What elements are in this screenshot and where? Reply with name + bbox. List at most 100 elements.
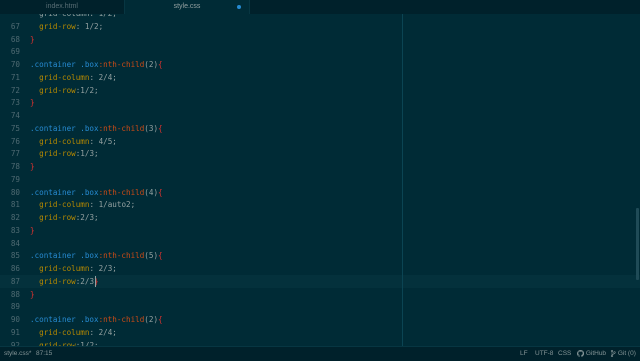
code-token: : 4/5; — [89, 136, 117, 146]
code-token: grid-row — [39, 149, 76, 159]
code-text: } — [30, 160, 35, 173]
code-token: .container .box — [30, 315, 99, 324]
code-token: .container .box — [30, 251, 99, 261]
code-text: } — [30, 224, 35, 237]
code-token: :nth-child — [98, 60, 145, 69]
status-file-name[interactable]: style.css* — [4, 347, 31, 361]
code-token: :nth-child — [98, 251, 145, 261]
line-number: 70 — [10, 60, 20, 69]
code-text: grid-row:1/2; — [30, 339, 98, 347]
code-token: } — [30, 225, 35, 235]
line-number: 88 — [10, 289, 20, 299]
line-number: 73 — [10, 98, 20, 108]
code-text: .container .box:nth-child(3){ — [30, 122, 163, 135]
code-editor[interactable]: grid-column: 1/2; 67 grid-row: 1/2; 68} 69 7… — [0, 0, 640, 346]
line-number: 84 — [10, 238, 20, 248]
code-token: :nth-child — [98, 315, 145, 324]
line-number: 83 — [10, 225, 20, 235]
code-token: : 2/4; — [89, 327, 117, 337]
code-token: :1/3; — [75, 149, 99, 159]
code-text: grid-row:2/3} — [30, 275, 98, 288]
git-label: Git (0) — [617, 350, 636, 357]
code-text: grid-column: 2/4; — [30, 326, 117, 339]
code-token: (5) — [144, 251, 159, 261]
status-git[interactable]: Git (0) — [610, 347, 636, 361]
tab-label: style.css — [173, 3, 201, 10]
code-token: (2) — [144, 315, 159, 324]
code-token: .container .box — [30, 123, 99, 133]
line-number: 80 — [10, 187, 20, 197]
line-number: 89 — [10, 302, 20, 312]
line-number: 92 — [10, 340, 20, 347]
code-text: grid-column: 4/5; — [30, 135, 117, 148]
modified-dot-icon[interactable] — [237, 5, 241, 9]
code-token: { — [158, 123, 163, 133]
code-token: { — [158, 187, 163, 197]
tab-style-css[interactable]: style.css — [125, 0, 250, 14]
code-token: : 2/3; — [89, 264, 117, 273]
code-token: { — [158, 60, 163, 69]
code-text: } — [30, 288, 35, 301]
tab-label: index.html — [46, 3, 78, 10]
code-token: grid-column — [39, 72, 90, 82]
line-number: 69 — [10, 47, 20, 57]
code-token: grid-column — [39, 200, 90, 210]
git-branch-icon — [610, 349, 616, 357]
status-cursor-position[interactable]: 87:15 — [36, 347, 52, 361]
code-text: grid-row:2/3; — [30, 211, 99, 224]
tab-index-html[interactable]: index.html — [0, 0, 125, 14]
text-caret — [95, 275, 96, 287]
line-number: 79 — [10, 174, 20, 184]
code-text: .container .box:nth-child(4){ — [30, 186, 163, 199]
code-token: : 1/auto2; — [89, 200, 136, 210]
status-bar: style.css* 87:15 LF UTF-8 CSS GitHub Git… — [0, 346, 640, 361]
code-text: .container .box:nth-child(2){ — [30, 313, 163, 326]
code-token: } — [30, 98, 35, 108]
status-line-ending[interactable]: LF — [520, 347, 528, 361]
code-token: grid-column — [39, 136, 90, 146]
code-token: grid-row — [39, 213, 76, 222]
code-token: } — [30, 34, 35, 44]
status-grammar[interactable]: CSS — [558, 347, 571, 361]
code-text: grid-column: 2/3; — [30, 262, 117, 275]
code-token: { — [158, 251, 163, 261]
line-number: 87 — [10, 276, 20, 286]
code-token: :nth-child — [98, 123, 145, 133]
line-number: 85 — [10, 251, 20, 261]
code-token: grid-row — [39, 21, 76, 31]
line-number: 74 — [10, 111, 20, 120]
code-token: :1/2; — [75, 85, 99, 95]
line-number: 82 — [10, 213, 20, 222]
github-icon — [576, 349, 585, 357]
code-token: :nth-child — [98, 187, 145, 197]
line-number: 71 — [10, 72, 20, 82]
scrollbar-thumb[interactable] — [636, 208, 639, 280]
line-number: 76 — [10, 136, 20, 146]
code-token: { — [158, 315, 163, 324]
code-text: grid-row:1/2; — [30, 84, 99, 97]
code-text: .container .box:nth-child(5){ — [30, 249, 163, 262]
code-text: } — [30, 96, 35, 109]
line-number: 91 — [10, 327, 20, 337]
code-token: :2/3; — [75, 213, 99, 222]
line-number: 78 — [10, 162, 20, 171]
line-number: 86 — [10, 264, 20, 273]
github-label: GitHub — [585, 350, 607, 357]
code-text: grid-column: 2/4; — [30, 71, 117, 84]
code-token: (3) — [144, 123, 159, 133]
status-encoding[interactable]: UTF-8 — [535, 347, 553, 361]
code-token: (4) — [144, 187, 159, 197]
status-github[interactable]: GitHub — [576, 347, 607, 361]
code-text: grid-row: 1/2; — [30, 20, 103, 33]
code-token: : 2/4; — [89, 72, 117, 82]
line-number: 68 — [10, 34, 20, 44]
line-number: 72 — [10, 85, 20, 95]
